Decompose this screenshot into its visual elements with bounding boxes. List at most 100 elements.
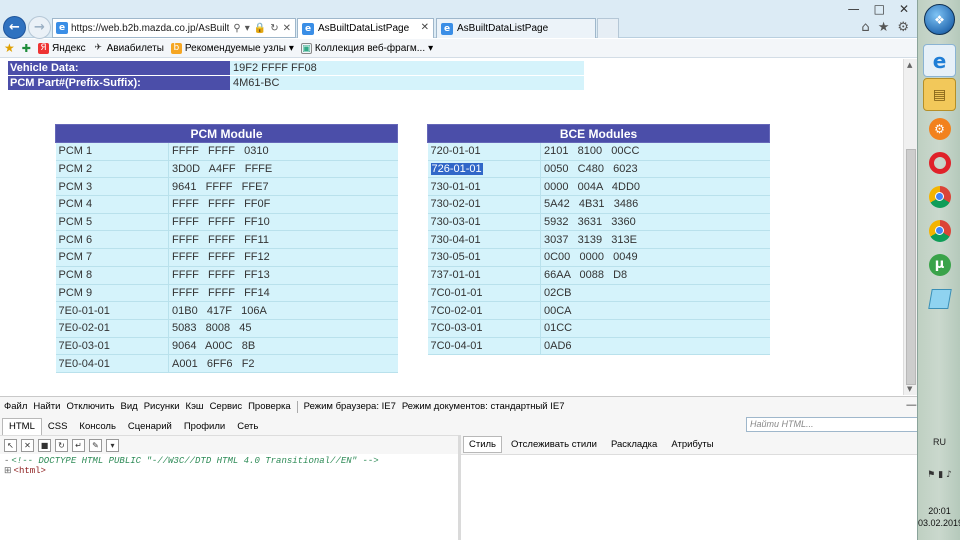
pcm-table-title: PCM Module [55,124,398,143]
vehicle-data-value: 19F2 FFFF FF08 [230,61,584,75]
back-button[interactable]: ← [3,16,26,39]
module-value-cell: FFFF FFFF 0310 [168,142,398,161]
favorites-star-icon[interactable]: ★ [878,20,890,35]
forward-button[interactable]: → [28,16,51,39]
document-mode-menu[interactable]: Режим документов: стандартный IE7 [402,401,565,412]
devtools-menu-disable[interactable]: Отключить [66,401,114,412]
module-value-cell: FFFF FFFF FF13 [168,266,398,285]
search-icon[interactable]: ⚲ [233,23,240,34]
favorite-aviabilety[interactable]: ✈ Авиабилеты [93,43,164,54]
devtools-minimize-icon[interactable]: — [906,398,917,412]
expand-icon[interactable]: ⊞ [4,466,12,476]
tab-html[interactable]: HTML [2,418,42,435]
window-close-icon[interactable]: ✕ [899,0,909,16]
refresh-icon[interactable]: ↻ [270,23,278,34]
clear-icon[interactable]: ✕ [21,438,34,452]
tab-console[interactable]: Консоль [73,419,122,435]
new-tab-button[interactable] [597,18,619,38]
pcm-part-row: PCM Part#(Prefix-Suffix): 4M61-BC [8,76,584,90]
file-explorer-icon[interactable]: ▤ [923,78,956,111]
devtools-menu-validate[interactable]: Проверка [248,401,291,412]
module-name: 730-03-01 [430,216,481,229]
edit-icon[interactable]: ✎ [89,438,102,452]
tab-layout[interactable]: Раскладка [606,437,662,452]
devtools-menu-tools[interactable]: Сервис [210,401,243,412]
tab-script[interactable]: Сценарий [122,419,178,435]
table-row: 7E0-02-01 5083 8008 45 [55,319,398,338]
refresh-dom-icon[interactable]: ↻ [55,438,68,452]
maximize-icon[interactable]: □ [874,0,885,16]
avast-icon[interactable]: ⚙ [923,112,956,145]
tree-html-node[interactable]: ⊞ <html> [4,466,454,476]
devtools-menu-cache[interactable]: Кэш [186,401,204,412]
tab-asbuilt-1[interactable]: e AsBuiltDataListPage ✕ [297,18,434,38]
save-icon[interactable]: ■ [38,438,51,452]
notes-app-icon[interactable] [923,282,956,315]
module-value-cell: FFFF FFFF FF14 [168,284,398,303]
lock-icon[interactable]: 🔒 [254,23,266,34]
scrollbar-thumb[interactable] [906,149,916,385]
dropdown-icon[interactable]: ▾ [106,438,119,452]
module-name: 730-04-01 [430,233,481,246]
module-name-cell: 730-02-01 [427,195,541,214]
module-name: 7E0-01-01 [58,304,110,317]
chrome-icon[interactable] [923,180,956,213]
tab-asbuilt-2[interactable]: e AsBuiltDataListPage [436,18,596,38]
page-scrollbar[interactable]: ▲ ▼ [903,59,917,395]
search-placeholder: Найти HTML... [750,419,814,429]
favorite-web-slices[interactable]: ▣ Коллекция веб-фрагм... ▾ [300,42,433,54]
devtools-menu-file[interactable]: Файл [4,401,27,412]
browser-mode-menu[interactable]: Режим браузера: IE7 [304,401,396,412]
module-name: 720-01-01 [430,145,481,158]
tab-network[interactable]: Сеть [231,419,264,435]
favorite-label: Авиабилеты [106,42,164,54]
address-bar[interactable]: e https://web.b2b.mazda.co.jp/AsBuilt/As… [52,18,296,38]
signal-icon[interactable]: ▮ [938,470,943,480]
add-favorite-icon[interactable]: ✚ [22,42,31,55]
minimize-icon[interactable]: — [848,0,860,16]
style-pane [461,454,917,540]
devtools-menu-find[interactable]: Найти [33,401,60,412]
bing-icon: b [170,42,182,54]
module-name-cell: PCM 5 [55,213,169,232]
tab-css[interactable]: CSS [42,419,74,435]
table-row: PCM 7 FFFF FFFF FF12 [55,248,398,267]
tab-trace-styles[interactable]: Отслеживать стили [506,437,602,452]
table-row: PCM 1 FFFF FFFF 0310 [55,142,398,161]
devtools-menu-view[interactable]: Вид [121,401,138,412]
language-indicator[interactable]: RU [918,437,960,447]
start-button[interactable]: ❖ [924,4,955,35]
chrome-profile-icon[interactable] [923,214,956,247]
devtools-menu-images[interactable]: Рисунки [144,401,180,412]
internet-explorer-icon[interactable]: e [923,44,956,77]
speaker-icon[interactable]: ♪ [946,470,952,480]
favorite-yandex[interactable]: Я Яндекс [37,42,86,54]
module-value-cell: 3037 3139 313E [540,230,770,250]
home-icon[interactable]: ⌂ [861,20,869,35]
dropdown-icon[interactable]: ▾ [245,23,250,34]
opera-icon[interactable] [923,146,956,179]
tab-style[interactable]: Стиль [463,436,503,453]
devtools-side-tabs: Стиль Отслеживать стили Раскладка Атрибу… [461,435,917,454]
utorrent-icon[interactable]: μ [923,248,956,281]
select-element-icon[interactable]: ↖ [4,438,17,452]
tab-close-icon[interactable]: ✕ [421,22,429,33]
scroll-up-icon[interactable]: ▲ [907,61,912,69]
favorite-recommended[interactable]: b Рекомендуемые узлы ▾ [170,42,294,54]
module-name-cell: 730-04-01 [427,230,541,250]
tree-doctype-node[interactable]: - <!-- DOCTYPE HTML PUBLIC "-//W3C//DTD H… [4,456,454,466]
clock-date[interactable]: 03.02.2019 [918,518,960,528]
word-wrap-icon[interactable]: ↵ [72,438,85,452]
module-value-cell: 0050 C480 6023 [540,160,770,179]
module-name-cell: PCM 2 [55,160,169,179]
favorites-star-icon[interactable]: ★ [4,41,15,55]
gear-icon[interactable]: ⚙ [897,20,909,35]
clock-time[interactable]: 20:01 [918,506,960,516]
close-icon[interactable]: ✕ [283,23,291,34]
scroll-down-icon[interactable]: ▼ [907,385,912,393]
tab-profiler[interactable]: Профили [178,419,231,435]
page-content: Vehicle Data: 19F2 FFFF FF08 PCM Part#(P… [0,59,903,395]
flag-icon[interactable]: ⚑ [927,470,935,480]
tab-attributes[interactable]: Атрибуты [666,437,718,452]
address-url[interactable]: https://web.b2b.mazda.co.jp/AsBuilt/AsBu… [71,23,229,34]
